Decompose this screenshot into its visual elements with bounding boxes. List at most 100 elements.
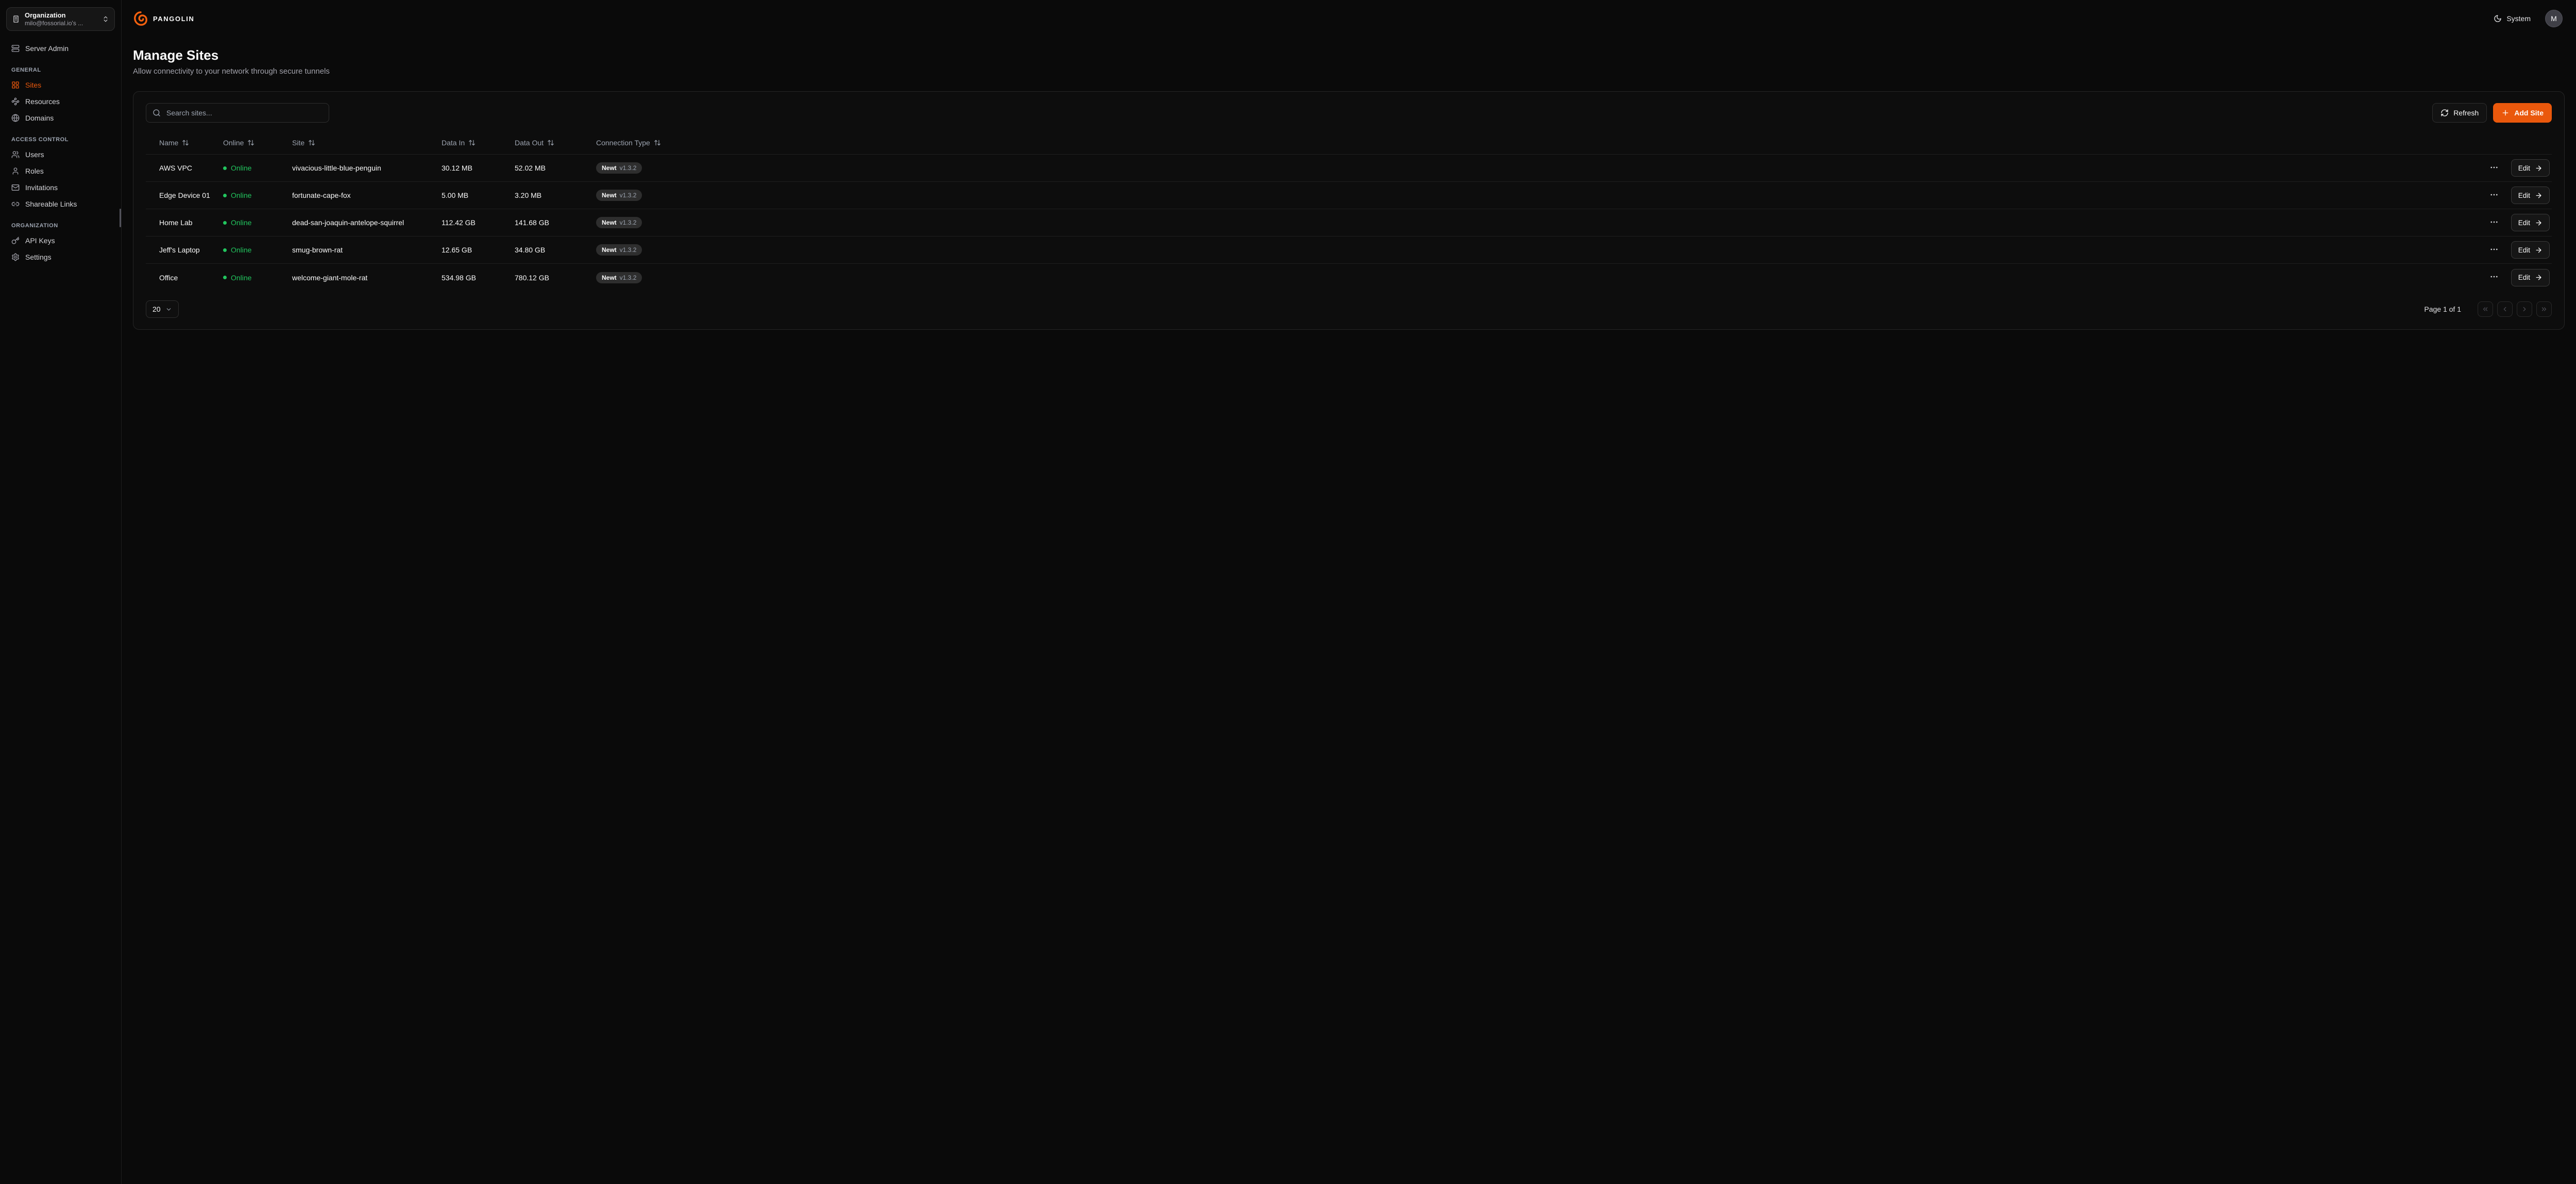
- sidebar-item-label: Users: [25, 150, 44, 159]
- cell-name: Edge Device 01: [146, 191, 223, 199]
- row-menu-button[interactable]: [2487, 188, 2501, 203]
- connection-name: Newt: [602, 192, 617, 199]
- sidebar-item-api-keys[interactable]: API Keys: [6, 232, 115, 249]
- add-site-button[interactable]: Add Site: [2493, 103, 2552, 123]
- sidebar-item-label: Domains: [25, 114, 54, 122]
- grid-icon: [11, 81, 20, 89]
- ellipsis-icon: [2489, 163, 2499, 172]
- org-switcher[interactable]: Organization milo@fossorial.io's ...: [6, 7, 115, 31]
- row-menu-button[interactable]: [2487, 243, 2501, 258]
- column-label: Data Out: [515, 139, 544, 147]
- edit-button[interactable]: Edit: [2511, 214, 2550, 231]
- table-body: AWS VPC Online vivacious-little-blue-pen…: [146, 155, 2552, 291]
- sidebar-item-settings[interactable]: Settings: [6, 249, 115, 265]
- page-subtitle: Allow connectivity to your network throu…: [133, 67, 2565, 76]
- gear-icon: [11, 253, 20, 261]
- table-toolbar: Refresh Add Site: [146, 103, 2552, 123]
- online-status-dot: [223, 221, 227, 225]
- arrow-right-icon: [2535, 192, 2543, 199]
- sidebar-scrollbar[interactable]: [120, 209, 121, 227]
- avatar[interactable]: M: [2545, 10, 2563, 27]
- row-menu-button[interactable]: [2487, 270, 2501, 285]
- refresh-button[interactable]: Refresh: [2432, 103, 2487, 123]
- theme-label: System: [2506, 14, 2531, 23]
- sort-icon: [468, 139, 476, 146]
- sidebar-item-invitations[interactable]: Invitations: [6, 179, 115, 196]
- sidebar-item-sites[interactable]: Sites: [6, 77, 115, 93]
- sidebar-item-label: Server Admin: [25, 44, 69, 53]
- sidebar-item-label: Sites: [25, 81, 41, 89]
- chevron-down-icon: [165, 306, 172, 313]
- brand[interactable]: PANGOLIN: [133, 11, 194, 26]
- chevron-right-icon: [2521, 306, 2528, 313]
- chevrons-right-icon: [2540, 306, 2548, 313]
- cell-name: Jeff's Laptop: [146, 246, 223, 254]
- table-footer: 20 Page 1 of 1: [146, 300, 2552, 318]
- search-input[interactable]: [165, 108, 323, 117]
- search-box: [146, 103, 329, 123]
- edit-button[interactable]: Edit: [2511, 187, 2550, 204]
- connection-type-badge: Newtv1.3.2: [596, 272, 642, 283]
- section-label-access-control: ACCESS CONTROL: [11, 137, 110, 143]
- edit-label: Edit: [2518, 219, 2530, 227]
- sidebar-item-shareable-links[interactable]: Shareable Links: [6, 196, 115, 212]
- sidebar-item-resources[interactable]: Resources: [6, 93, 115, 110]
- edit-button[interactable]: Edit: [2511, 241, 2550, 259]
- page-size-select[interactable]: 20: [146, 300, 179, 318]
- sort-icon: [308, 139, 315, 146]
- online-status-dot: [223, 248, 227, 252]
- page-info: Page 1 of 1: [2424, 305, 2461, 313]
- org-label: Organization: [25, 11, 97, 20]
- row-menu-button[interactable]: [2487, 161, 2501, 176]
- plus-icon: [2501, 109, 2510, 117]
- sort-icon: [654, 139, 661, 146]
- column-header-connection-type[interactable]: Connection Type: [596, 139, 661, 147]
- row-menu-button[interactable]: [2487, 215, 2501, 230]
- chevrons-left-icon: [2482, 306, 2489, 313]
- connection-type-badge: Newtv1.3.2: [596, 190, 642, 201]
- connection-type-badge: Newtv1.3.2: [596, 217, 642, 228]
- column-header-name[interactable]: Name: [159, 139, 189, 147]
- sidebar-item-domains[interactable]: Domains: [6, 110, 115, 126]
- column-header-data-out[interactable]: Data Out: [515, 139, 554, 147]
- edit-button[interactable]: Edit: [2511, 269, 2550, 286]
- online-status-label: Online: [231, 164, 251, 172]
- toolbar-actions: Refresh Add Site: [2432, 103, 2552, 123]
- topbar-right: System M: [2489, 10, 2563, 27]
- sidebar-item-label: Resources: [25, 97, 60, 106]
- online-status-dot: [223, 194, 227, 197]
- sidebar-item-label: Invitations: [25, 183, 58, 192]
- sidebar-item-label: API Keys: [25, 236, 55, 245]
- last-page-button[interactable]: [2536, 301, 2552, 317]
- previous-page-button[interactable]: [2497, 301, 2513, 317]
- cell-actions: Edit: [718, 187, 2552, 204]
- globe-icon: [11, 114, 20, 122]
- column-label: Online: [223, 139, 244, 147]
- sort-icon: [547, 139, 554, 146]
- column-header-site[interactable]: Site: [292, 139, 315, 147]
- column-header-data-in[interactable]: Data In: [442, 139, 476, 147]
- sidebar-item-server-admin[interactable]: Server Admin: [6, 40, 115, 57]
- cell-site: fortunate-cape-fox: [292, 191, 442, 199]
- edit-label: Edit: [2518, 192, 2530, 199]
- mail-icon: [11, 183, 20, 192]
- column-header-online[interactable]: Online: [223, 139, 255, 147]
- connection-version: v1.3.2: [620, 164, 637, 172]
- online-status-dot: [223, 276, 227, 279]
- cell-actions: Edit: [718, 241, 2552, 259]
- sidebar-item-roles[interactable]: Roles: [6, 163, 115, 179]
- add-site-label: Add Site: [2514, 109, 2544, 117]
- cell-data-out: 34.80 GB: [515, 246, 596, 254]
- ellipsis-icon: [2489, 190, 2499, 199]
- theme-toggle-button[interactable]: System: [2489, 11, 2535, 26]
- first-page-button[interactable]: [2478, 301, 2493, 317]
- cell-site: smug-brown-rat: [292, 246, 442, 254]
- cell-site: welcome-giant-mole-rat: [292, 274, 442, 282]
- online-status-label: Online: [231, 218, 251, 227]
- next-page-button[interactable]: [2517, 301, 2532, 317]
- sidebar-item-users[interactable]: Users: [6, 146, 115, 163]
- column-label: Data In: [442, 139, 465, 147]
- page-title: Manage Sites: [133, 47, 2565, 63]
- edit-button[interactable]: Edit: [2511, 159, 2550, 177]
- key-icon: [11, 236, 20, 245]
